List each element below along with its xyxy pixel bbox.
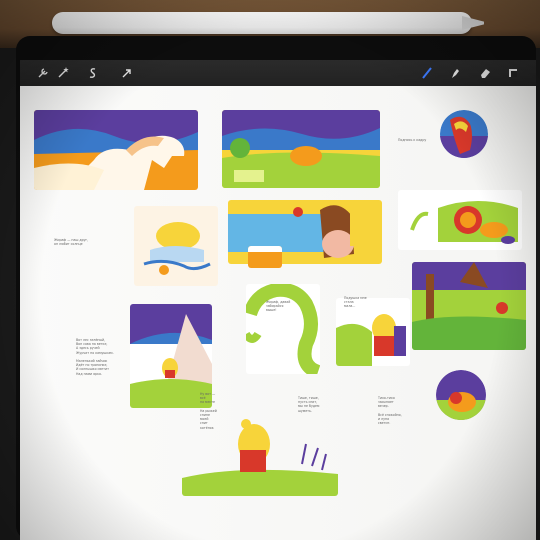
frame-circle-giraffe (440, 110, 488, 158)
brush-icon[interactable] (420, 66, 434, 80)
frame-bear-meadow (182, 404, 338, 496)
caption-2: Жираф — наш друг, он любит солнце (54, 238, 89, 247)
caption-3: Вот лес зелёный, Вон сова на ветке, А зд… (76, 338, 114, 376)
caption-1: Подпись к кадру (398, 138, 427, 142)
frame-forest (412, 262, 526, 350)
caption-8: Тихо-тихо засыпает вечер. Всё спокойно, … (378, 396, 402, 426)
caption-4: Жираф, давай забирайся выше! (266, 300, 291, 313)
frame-water (134, 206, 218, 286)
frame-snake (246, 284, 320, 374)
frame-horse (34, 110, 198, 190)
caption-5: Подушка мне стала мала... (344, 296, 367, 309)
frame-meadow-cow (222, 110, 380, 188)
stylus-pencil (52, 12, 472, 34)
frame-empty-sketch (432, 446, 492, 496)
caption-7: Тише, тише, пусть спит, мы не будем шуме… (298, 396, 320, 413)
frame-circle-lion (436, 370, 486, 420)
layers-icon[interactable] (506, 66, 520, 80)
smudge-icon[interactable] (448, 66, 462, 80)
magic-icon[interactable] (56, 66, 70, 80)
wrench-icon[interactable] (36, 66, 50, 80)
eraser-icon[interactable] (478, 66, 492, 80)
selection-icon[interactable] (86, 66, 100, 80)
arrow-icon[interactable] (120, 66, 134, 80)
frame-lion (398, 190, 522, 250)
frame-pool-steps (248, 246, 282, 268)
